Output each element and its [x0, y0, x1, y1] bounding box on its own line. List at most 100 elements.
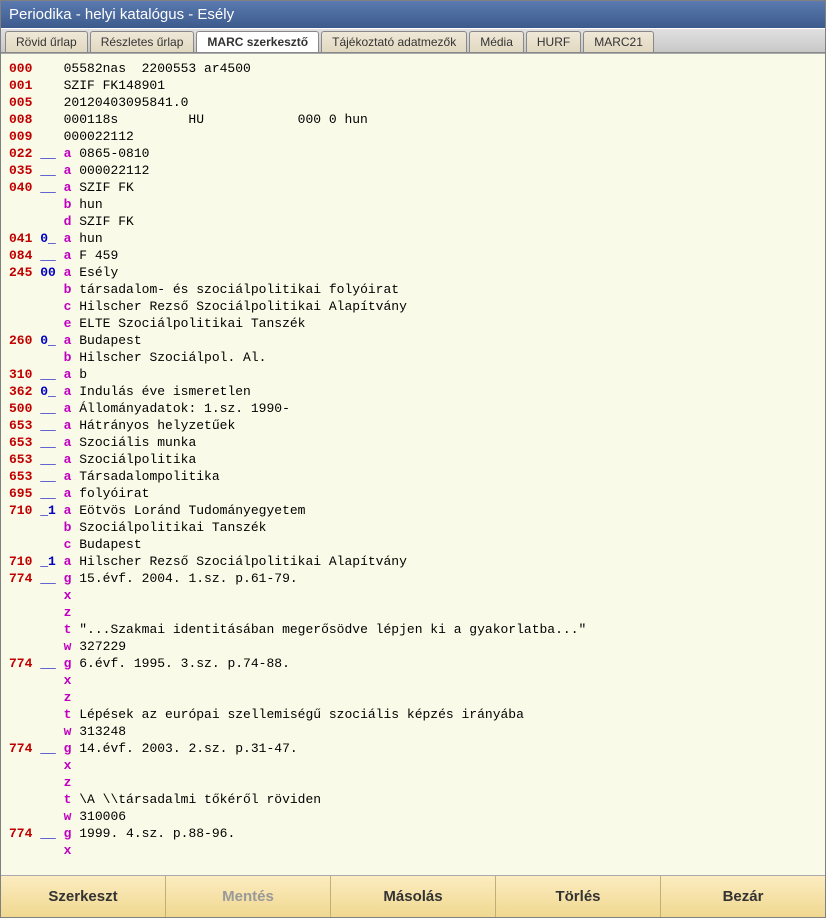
marc-line[interactable]: 035 __ a 000022112 — [9, 162, 817, 179]
marc-line[interactable]: x — [9, 587, 817, 604]
marc-tag: 022 — [9, 145, 32, 162]
marc-line[interactable]: 653 __ a Szociális munka — [9, 434, 817, 451]
marc-subfield: a — [64, 333, 72, 348]
marc-line[interactable]: b Hilscher Szociálpol. Al. — [9, 349, 817, 366]
marc-line[interactable]: 653 __ a Szociálpolitika — [9, 451, 817, 468]
marc-subfield: w — [64, 639, 72, 654]
marc-line[interactable]: w 313248 — [9, 723, 817, 740]
marc-line[interactable]: c Hilscher Rezső Szociálpolitikai Alapít… — [9, 298, 817, 315]
marc-line[interactable]: 022 __ a 0865-0810 — [9, 145, 817, 162]
marc-value: Budapest — [79, 537, 141, 552]
marc-subfield: c — [64, 299, 72, 314]
delete-button[interactable]: Törlés — [496, 876, 661, 917]
marc-tag: 245 — [9, 264, 32, 281]
marc-value: 05582nas 2200553 ar4500 — [64, 61, 251, 76]
close-button[interactable]: Bezár — [661, 876, 825, 917]
marc-indicator: 0_ — [40, 383, 56, 400]
marc-line[interactable]: 041 0_ a hun — [9, 230, 817, 247]
marc-line[interactable]: d SZIF FK — [9, 213, 817, 230]
marc-tag — [9, 519, 32, 536]
marc-value: F 459 — [79, 248, 118, 263]
marc-indicator — [40, 315, 56, 332]
marc-tag: 774 — [9, 570, 32, 587]
tab-4[interactable]: Média — [469, 31, 524, 52]
marc-line[interactable]: 653 __ a Társadalompolitika — [9, 468, 817, 485]
marc-tag — [9, 774, 32, 791]
marc-editor-content[interactable]: 000 05582nas 2200553 ar4500001 SZIF FK14… — [1, 53, 825, 875]
marc-subfield: a — [64, 469, 72, 484]
marc-line[interactable]: 774 __ g 14.évf. 2003. 2.sz. p.31-47. — [9, 740, 817, 757]
marc-subfield: t — [64, 707, 72, 722]
marc-tag: 695 — [9, 485, 32, 502]
marc-line[interactable]: 245 00 a Esély — [9, 264, 817, 281]
marc-line[interactable]: 040 __ a SZIF FK — [9, 179, 817, 196]
marc-line[interactable]: 774 __ g 15.évf. 2004. 1.sz. p.61-79. — [9, 570, 817, 587]
marc-subfield: a — [64, 435, 72, 450]
marc-subfield: a — [64, 367, 72, 382]
copy-button[interactable]: Másolás — [331, 876, 496, 917]
marc-line[interactable]: w 310006 — [9, 808, 817, 825]
marc-value: 15.évf. 2004. 1.sz. p.61-79. — [79, 571, 297, 586]
marc-indicator — [40, 689, 56, 706]
marc-line[interactable]: x — [9, 842, 817, 859]
marc-value: 000022112 — [79, 163, 149, 178]
marc-line[interactable]: 362 0_ a Indulás éve ismeretlen — [9, 383, 817, 400]
marc-line[interactable]: z — [9, 774, 817, 791]
tab-5[interactable]: HURF — [526, 31, 581, 52]
marc-value: "...Szakmai identitásában megerősödve lé… — [79, 622, 586, 637]
marc-line[interactable]: 008 000118s HU 000 0 hun — [9, 111, 817, 128]
marc-tag: 001 — [9, 77, 32, 94]
marc-indicator — [40, 723, 56, 740]
marc-indicator: __ — [40, 417, 56, 434]
marc-line[interactable]: b társadalom- és szociálpolitikai folyói… — [9, 281, 817, 298]
marc-line[interactable]: t "...Szakmai identitásában megerősödve … — [9, 621, 817, 638]
marc-line[interactable]: 653 __ a Hátrányos helyzetűek — [9, 417, 817, 434]
save-button: Mentés — [166, 876, 331, 917]
tab-2[interactable]: MARC szerkesztő — [196, 31, 319, 52]
marc-line[interactable]: e ELTE Szociálpolitikai Tanszék — [9, 315, 817, 332]
marc-tag — [9, 536, 32, 553]
marc-tag — [9, 842, 32, 859]
marc-line[interactable]: w 327229 — [9, 638, 817, 655]
marc-value: Szociálpolitika — [79, 452, 196, 467]
marc-line[interactable]: c Budapest — [9, 536, 817, 553]
marc-line[interactable]: 695 __ a folyóirat — [9, 485, 817, 502]
marc-line[interactable]: 710 _1 a Eötvös Loránd Tudományegyetem — [9, 502, 817, 519]
marc-line[interactable]: 000 05582nas 2200553 ar4500 — [9, 60, 817, 77]
marc-subfield: a — [64, 180, 72, 195]
marc-line[interactable]: b Szociálpolitikai Tanszék — [9, 519, 817, 536]
marc-subfield: t — [64, 792, 72, 807]
marc-line[interactable]: 009 000022112 — [9, 128, 817, 145]
marc-line[interactable]: t Lépések az európai szellemiségű szociá… — [9, 706, 817, 723]
tab-0[interactable]: Rövid űrlap — [5, 31, 88, 52]
marc-value: Szociálpolitikai Tanszék — [79, 520, 266, 535]
marc-line[interactable]: 084 __ a F 459 — [9, 247, 817, 264]
marc-line[interactable]: 260 0_ a Budapest — [9, 332, 817, 349]
marc-indicator: __ — [40, 825, 56, 842]
marc-line[interactable]: 500 __ a Állományadatok: 1.sz. 1990- — [9, 400, 817, 417]
marc-line[interactable]: b hun — [9, 196, 817, 213]
marc-line[interactable]: x — [9, 757, 817, 774]
marc-indicator: __ — [40, 451, 56, 468]
marc-subfield: w — [64, 809, 72, 824]
marc-line[interactable]: 710 _1 a Hilscher Rezső Szociálpolitikai… — [9, 553, 817, 570]
marc-line[interactable]: x — [9, 672, 817, 689]
tab-6[interactable]: MARC21 — [583, 31, 654, 52]
tab-1[interactable]: Részletes űrlap — [90, 31, 195, 52]
marc-line[interactable]: z — [9, 689, 817, 706]
tab-3[interactable]: Tájékoztató adatmezők — [321, 31, 467, 52]
marc-value: SZIF FK — [79, 214, 134, 229]
marc-value: Hilscher Rezső Szociálpolitikai Alapítvá… — [79, 299, 407, 314]
marc-subfield: z — [64, 605, 72, 620]
marc-indicator — [40, 60, 56, 77]
marc-line[interactable]: z — [9, 604, 817, 621]
marc-line[interactable]: t \A \\társadalmi tőkéről röviden — [9, 791, 817, 808]
marc-line[interactable]: 001 SZIF FK148901 — [9, 77, 817, 94]
marc-line[interactable]: 774 __ g 1999. 4.sz. p.88-96. — [9, 825, 817, 842]
marc-line[interactable]: 005 20120403095841.0 — [9, 94, 817, 111]
marc-line[interactable]: 310 __ a b — [9, 366, 817, 383]
marc-line[interactable]: 774 __ g 6.évf. 1995. 3.sz. p.74-88. — [9, 655, 817, 672]
marc-indicator: __ — [40, 468, 56, 485]
marc-indicator: __ — [40, 162, 56, 179]
edit-button[interactable]: Szerkeszt — [1, 876, 166, 917]
